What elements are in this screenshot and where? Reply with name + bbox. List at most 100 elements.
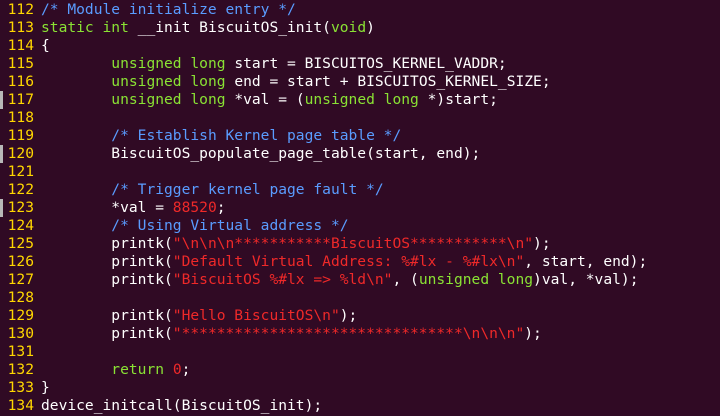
code-text: BiscuitOS_populate_page_table(start, end… <box>41 145 480 163</box>
line-number: 125 <box>7 235 34 252</box>
code-token-plain: ); <box>533 235 551 252</box>
code-text: printk("Default Virtual Address: %#lx - … <box>41 253 647 271</box>
change-marker <box>0 199 3 217</box>
code-line[interactable]: 131 <box>0 343 34 361</box>
code-text: unsigned long end = start + BISCUITOS_KE… <box>41 73 550 91</box>
code-line[interactable]: 117 unsigned long *val = (unsigned long … <box>0 91 498 109</box>
line-number: 122 <box>7 181 34 198</box>
code-token-plain: *val = <box>41 199 173 216</box>
code-token-plain: ) <box>366 19 375 36</box>
code-token-keyword: int <box>102 19 129 36</box>
code-text: printk("Hello BiscuitOS\n"); <box>41 307 357 325</box>
change-marker <box>0 91 3 109</box>
code-token-plain: printk( <box>41 235 173 252</box>
code-token-plain: printk( <box>41 307 173 324</box>
code-text: device_initcall(BiscuitOS_init); <box>41 397 322 415</box>
code-line[interactable]: 120 BiscuitOS_populate_page_table(start,… <box>0 145 480 163</box>
code-line[interactable]: 122 /* Trigger kernel page fault */ <box>0 181 384 199</box>
code-line[interactable]: 124 /* Using Virtual address */ <box>0 217 349 235</box>
line-number: 127 <box>7 271 34 288</box>
code-token-comment: /* Module initialize entry */ <box>41 1 296 18</box>
code-text: /* Establish Kernel page table */ <box>41 127 401 145</box>
code-line[interactable]: 132 return 0; <box>0 361 191 379</box>
code-line[interactable]: 118 <box>0 109 34 127</box>
code-token-plain: printk( <box>41 271 173 288</box>
code-line[interactable]: 114 { <box>0 37 50 55</box>
change-marker <box>0 145 3 163</box>
code-token-plain: *)start; <box>418 91 498 108</box>
code-token-keyword: unsigned long <box>111 73 226 90</box>
line-number: 130 <box>7 325 34 342</box>
code-token-plain: ; <box>216 199 226 216</box>
code-token-keyword: unsigned long <box>111 91 226 108</box>
code-line[interactable]: 116 unsigned long end = start + BISCUITO… <box>0 73 551 91</box>
code-token-string: "Hello BiscuitOS\n" <box>172 307 340 324</box>
line-number: 134 <box>7 397 34 414</box>
code-token-keyword: static <box>41 19 103 36</box>
line-number: 123 <box>7 199 34 216</box>
line-number: 116 <box>7 73 34 90</box>
code-token-plain: start = BISCUITOS_KERNEL_VADDR; <box>225 55 507 72</box>
line-number: 114 <box>7 37 34 54</box>
code-line[interactable]: 119 /* Establish Kernel page table */ <box>0 127 402 145</box>
line-number: 117 <box>7 91 34 108</box>
code-token-plain: printk( <box>41 325 173 342</box>
code-token-plain: *val = ( <box>225 91 305 108</box>
code-text: static int __init BiscuitOS_init(void) <box>41 19 375 37</box>
code-line[interactable]: 113 static int __init BiscuitOS_init(void… <box>0 19 375 37</box>
code-text: printk("\n\n\n***********BiscuitOS******… <box>41 235 551 253</box>
code-token-keyword: unsigned long <box>418 271 534 288</box>
code-line[interactable]: 112 /* Module initialize entry */ <box>0 1 296 19</box>
code-line[interactable]: 129 printk("Hello BiscuitOS\n"); <box>0 307 358 325</box>
code-line[interactable]: 128 <box>0 289 34 307</box>
line-number: 129 <box>7 307 34 324</box>
code-token-plain: device_initcall(BiscuitOS_init); <box>41 397 323 414</box>
code-token-string: "Default Virtual Address: %#lx - %#lx\n" <box>172 253 525 270</box>
code-text: *val = 88520; <box>41 199 226 217</box>
code-text: return 0; <box>41 361 190 379</box>
line-number: 120 <box>7 145 34 162</box>
code-line[interactable]: 123 *val = 88520; <box>0 199 226 217</box>
code-line[interactable]: 133} <box>0 379 50 397</box>
line-number: 133 <box>7 379 34 396</box>
line-number: 119 <box>7 127 34 144</box>
code-text: unsigned long start = BISCUITOS_KERNEL_V… <box>41 55 507 73</box>
code-token-string: 88520 <box>172 199 217 216</box>
code-token-string: 0 <box>172 361 182 378</box>
code-text: printk("********************************… <box>41 325 542 343</box>
code-editor[interactable]: 112 /* Module initialize entry */ 113 stati… <box>0 0 720 416</box>
code-line[interactable]: 125 printk("\n\n\n***********BiscuitOS**… <box>0 235 551 253</box>
code-token-plain: } <box>41 379 50 396</box>
code-token-comment: /* Trigger kernel page fault */ <box>111 181 384 198</box>
code-text: /* Trigger kernel page fault */ <box>41 181 384 199</box>
code-line[interactable]: 121 <box>0 163 34 181</box>
line-number: 124 <box>7 217 34 234</box>
code-token-keyword: return <box>111 361 165 378</box>
line-number: 118 <box>7 109 34 126</box>
code-line[interactable]: 126 printk("Default Virtual Address: %#l… <box>0 253 648 271</box>
code-token-plain: __init BiscuitOS_init( <box>128 19 331 36</box>
code-token-plain: { <box>41 37 50 54</box>
code-text: /* Using Virtual address */ <box>41 217 348 235</box>
code-token-string: "BiscuitOS %#lx => %ld\n" <box>172 271 393 288</box>
code-line[interactable]: 127 printk("BiscuitOS %#lx => %ld\n", (u… <box>0 271 639 289</box>
code-token-plain: , ( <box>392 271 419 288</box>
line-number: 128 <box>7 289 34 306</box>
code-token-plain: BiscuitOS_populate_page_table(start, end… <box>41 145 481 162</box>
code-line[interactable]: 130 printk("****************************… <box>0 325 542 343</box>
line-number: 121 <box>7 163 34 180</box>
line-number: 115 <box>7 55 34 72</box>
code-line[interactable]: 115 unsigned long start = BISCUITOS_KERN… <box>0 55 507 73</box>
line-number: 126 <box>7 253 34 270</box>
code-line[interactable]: 134 device_initcall(BiscuitOS_init); <box>0 397 323 415</box>
line-number: 113 <box>7 19 34 36</box>
code-token-string: "********************************\n\n\n" <box>172 325 525 342</box>
code-token-plain: ; <box>181 361 191 378</box>
